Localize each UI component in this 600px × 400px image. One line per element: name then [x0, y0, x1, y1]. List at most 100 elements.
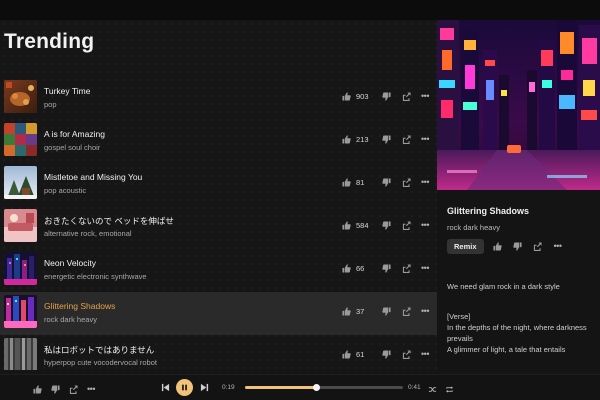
- song-cover-image[interactable]: [4, 80, 37, 113]
- thumbs-down-icon[interactable]: [380, 90, 392, 102]
- share-icon[interactable]: [67, 383, 79, 395]
- lyrics-line: In the depths of the night, where darkne…: [447, 323, 587, 343]
- song-cover-image[interactable]: [4, 123, 37, 156]
- thumbs-up-icon[interactable]: [492, 241, 504, 253]
- thumbs-down-icon[interactable]: [380, 262, 392, 274]
- song-row[interactable]: Turkey Time pop 903 •••: [0, 77, 437, 120]
- song-actions: 903 •••: [340, 89, 431, 103]
- more-icon[interactable]: •••: [419, 90, 431, 102]
- like-count: 81: [356, 177, 365, 187]
- share-icon[interactable]: [400, 133, 412, 145]
- song-row-active[interactable]: Glittering Shadows rock dark heavy 37 ••…: [0, 292, 437, 335]
- song-actions: 81 •••: [340, 175, 431, 189]
- now-playing-actions: Remix •••: [447, 239, 564, 254]
- like-count: 37: [356, 306, 365, 316]
- share-icon[interactable]: [400, 219, 412, 231]
- more-icon[interactable]: •••: [419, 219, 431, 231]
- now-playing-panel: Glittering Shadows rock dark heavy Remix…: [437, 20, 600, 370]
- song-cover-image[interactable]: [4, 295, 37, 328]
- thumbs-up-icon[interactable]: [340, 219, 352, 231]
- song-actions: 213 •••: [340, 132, 431, 146]
- share-icon[interactable]: [400, 305, 412, 317]
- song-actions: 584 •••: [340, 218, 431, 232]
- song-row[interactable]: おきたくないので ベッドを伸ばせ alternative rock, emoti…: [0, 206, 437, 249]
- thumbs-up-icon[interactable]: [340, 133, 352, 145]
- song-title[interactable]: おきたくないので ベッドを伸ばせ: [44, 215, 174, 227]
- share-icon[interactable]: [400, 176, 412, 188]
- trending-panel: Trending Turkey Time pop 903 ••• A is fo…: [0, 20, 437, 370]
- more-icon[interactable]: •••: [419, 305, 431, 317]
- now-playing-title: Glittering Shadows: [447, 206, 530, 216]
- thumbs-up-icon[interactable]: [340, 262, 352, 274]
- song-actions: 66 •••: [340, 261, 431, 275]
- share-icon[interactable]: [532, 241, 544, 253]
- song-title[interactable]: Glittering Shadows: [44, 301, 115, 311]
- song-title[interactable]: 私はロボットではありません: [44, 344, 154, 356]
- thumbs-up-icon[interactable]: [31, 383, 43, 395]
- duration: 0:41: [408, 384, 421, 391]
- song-actions: 61 •••: [340, 347, 431, 361]
- song-cover-image[interactable]: [4, 338, 37, 370]
- song-genre: rock dark heavy: [44, 315, 97, 324]
- thumbs-down-icon[interactable]: [380, 133, 392, 145]
- current-time: 0:19: [222, 384, 235, 391]
- thumbs-down-icon[interactable]: [380, 219, 392, 231]
- song-row[interactable]: Neon Velocity energetic electronic synth…: [0, 249, 437, 292]
- progress-slider[interactable]: [245, 384, 403, 391]
- share-icon[interactable]: [400, 262, 412, 274]
- like-count: 61: [356, 349, 365, 359]
- now-playing-cover-image: [437, 20, 600, 190]
- like-count: 584: [356, 220, 369, 230]
- share-icon[interactable]: [400, 348, 412, 360]
- progress-handle[interactable]: [313, 384, 321, 391]
- progress-fill: [245, 386, 317, 389]
- skip-previous-icon[interactable]: [157, 380, 173, 396]
- thumbs-down-icon[interactable]: [380, 348, 392, 360]
- song-row[interactable]: Mistletoe and Missing You pop acoustic 8…: [0, 163, 437, 206]
- page-title: Trending: [4, 30, 95, 53]
- song-title[interactable]: Mistletoe and Missing You: [44, 172, 142, 182]
- song-title[interactable]: Neon Velocity: [44, 258, 96, 268]
- thumbs-down-icon[interactable]: [49, 383, 61, 395]
- skip-next-icon[interactable]: [196, 380, 212, 396]
- song-row[interactable]: 私はロボットではありません hyperpop cute vocodervocal…: [0, 335, 437, 370]
- song-cover-image[interactable]: [4, 166, 37, 199]
- thumbs-down-icon[interactable]: [512, 241, 524, 253]
- song-title[interactable]: A is for Amazing: [44, 129, 105, 139]
- thumbs-down-icon[interactable]: [380, 305, 392, 317]
- pause-icon[interactable]: [176, 379, 193, 396]
- song-genre: energetic electronic synthwave: [44, 272, 147, 281]
- now-playing-genre: rock dark heavy: [447, 223, 500, 232]
- more-icon[interactable]: •••: [419, 262, 431, 274]
- like-count: 66: [356, 263, 365, 273]
- song-description: We need glam rock in a dark style: [447, 282, 560, 291]
- top-bar: [0, 0, 600, 20]
- more-icon[interactable]: •••: [419, 348, 431, 360]
- song-genre: hyperpop cute vocodervocal robot: [44, 358, 157, 367]
- song-cover-image[interactable]: [4, 209, 37, 242]
- thumbs-up-icon[interactable]: [340, 305, 352, 317]
- thumbs-up-icon[interactable]: [340, 90, 352, 102]
- repeat-icon[interactable]: [443, 383, 455, 395]
- player-song-actions: •••: [31, 383, 103, 395]
- thumbs-down-icon[interactable]: [380, 176, 392, 188]
- more-icon[interactable]: •••: [85, 383, 97, 395]
- player-bar: ••• 0:19 0:41: [0, 374, 600, 400]
- song-list: Turkey Time pop 903 ••• A is for Amazing…: [0, 77, 437, 370]
- thumbs-up-icon[interactable]: [340, 348, 352, 360]
- like-count: 213: [356, 134, 369, 144]
- more-icon[interactable]: •••: [552, 241, 564, 253]
- song-cover-image[interactable]: [4, 252, 37, 285]
- shuffle-icon[interactable]: [426, 383, 438, 395]
- song-actions: 37 •••: [340, 304, 431, 318]
- lyrics-section-tag: [Verse]: [447, 312, 471, 321]
- song-title[interactable]: Turkey Time: [44, 86, 90, 96]
- song-row[interactable]: A is for Amazing gospel soul choir 213 •…: [0, 120, 437, 163]
- more-icon[interactable]: •••: [419, 133, 431, 145]
- more-icon[interactable]: •••: [419, 176, 431, 188]
- lyrics-line: A glimmer of light, a tale that entails: [447, 345, 566, 354]
- remix-button[interactable]: Remix: [447, 239, 484, 254]
- thumbs-up-icon[interactable]: [340, 176, 352, 188]
- song-genre: pop acoustic: [44, 186, 87, 195]
- share-icon[interactable]: [400, 90, 412, 102]
